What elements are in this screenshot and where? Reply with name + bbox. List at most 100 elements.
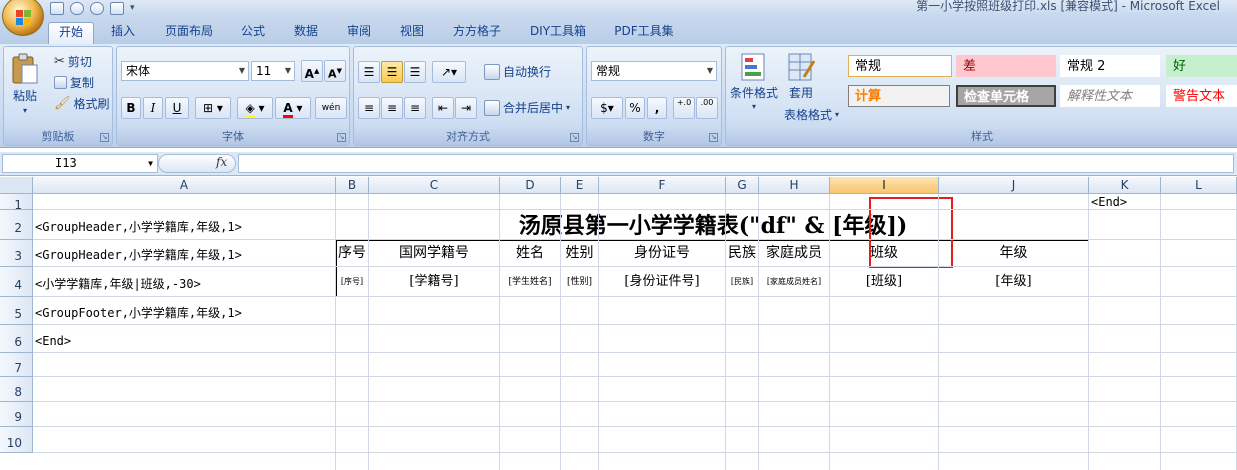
format-as-table-button[interactable]: 套用 [786, 51, 816, 101]
table-header-cell[interactable]: 家庭成员 [759, 240, 830, 267]
column-header-A[interactable]: A [33, 177, 336, 194]
formula-input[interactable] [238, 154, 1234, 173]
table-header-cell[interactable]: 民族 [726, 240, 759, 267]
table-header-cell[interactable]: 国网学籍号 [369, 240, 500, 267]
redo-icon[interactable] [90, 1, 104, 15]
font-name-combo[interactable]: 宋体 ▼ [121, 61, 249, 81]
grow-font-button[interactable]: A▲ [301, 60, 323, 82]
row-header-5[interactable]: 5 [0, 297, 33, 325]
font-launcher-icon[interactable]: ↘ [337, 133, 346, 142]
cell-A4[interactable]: <小学学籍库,年级|班级,-30> [35, 267, 334, 297]
tab-pdf-tools[interactable]: PDF工具集 [608, 22, 680, 44]
style-normal[interactable]: 常规 [848, 55, 952, 77]
tab-data[interactable]: 数据 [285, 22, 327, 44]
format-as-table-label-2[interactable]: 表格格式 ▾ [784, 106, 839, 123]
column-header-F[interactable]: F [599, 177, 726, 194]
phonetic-button[interactable]: wén [315, 97, 347, 119]
table-header-cell[interactable]: 年级 [939, 240, 1089, 267]
style-normal-2[interactable]: 常规 2 [1060, 55, 1160, 77]
align-center-button[interactable]: ≡ [381, 97, 403, 119]
alignment-launcher-icon[interactable]: ↘ [570, 133, 579, 142]
undo-icon[interactable] [70, 1, 84, 15]
save-icon[interactable] [50, 1, 64, 15]
print-preview-icon[interactable] [110, 1, 124, 15]
table-field-cell[interactable]: [家庭成员姓名] [759, 267, 830, 297]
tab-insert[interactable]: 插入 [102, 22, 144, 44]
style-warning-text[interactable]: 警告文本 [1166, 85, 1237, 107]
cell-A2[interactable]: <GroupHeader,小学学籍库,年级,1> [35, 210, 334, 240]
shrink-font-button[interactable]: A▼ [324, 60, 346, 82]
merge-center-button[interactable]: 合并后居中 ▾ [484, 99, 570, 116]
table-field-cell[interactable]: [序号] [336, 267, 369, 297]
row-header-7[interactable]: 7 [0, 353, 33, 377]
column-header-L[interactable]: L [1161, 177, 1237, 194]
currency-button[interactable]: $▾ [591, 97, 623, 119]
customize-qat-icon[interactable]: ▾ [130, 3, 135, 13]
worksheet-grid[interactable]: <End> <GroupHeader,小学学籍库,年级,1> <GroupHea… [0, 177, 1237, 470]
conditional-formatting-button[interactable]: 条件格式 ▾ [730, 51, 778, 111]
table-field-cell[interactable]: [学生姓名] [500, 267, 561, 297]
table-field-cell[interactable]: [性别] [561, 267, 599, 297]
tab-home[interactable]: 开始 [48, 22, 94, 44]
table-field-cell[interactable]: [班级] [830, 267, 939, 297]
chevron-down-icon[interactable]: ▼ [148, 155, 153, 172]
row-header-1[interactable]: 1 [0, 194, 33, 212]
italic-button[interactable]: I [143, 97, 163, 119]
clipboard-launcher-icon[interactable]: ↘ [100, 133, 109, 142]
style-good[interactable]: 好 [1166, 55, 1237, 77]
font-color-button[interactable]: A ▾ [275, 97, 311, 119]
column-header-H[interactable]: H [759, 177, 830, 194]
border-button[interactable]: ⊞ ▾ [195, 97, 231, 119]
cell-A3[interactable]: <GroupHeader,小学学籍库,年级,1> [35, 240, 334, 267]
table-field-cell[interactable]: [学籍号] [369, 267, 500, 297]
cell-A5[interactable]: <GroupFooter,小学学籍库,年级,1> [35, 297, 334, 325]
column-header-D[interactable]: D [500, 177, 561, 194]
name-box[interactable]: I13 ▼ [2, 154, 158, 173]
comma-button[interactable]: , [647, 97, 667, 119]
row-header-4[interactable]: 4 [0, 267, 33, 297]
cell-K1[interactable]: <End> [1091, 194, 1159, 210]
tab-formulas[interactable]: 公式 [232, 22, 274, 44]
row-header-6[interactable]: 6 [0, 325, 33, 353]
report-title-cell[interactable]: 汤原县第一小学学籍表("df" & [年级]) [338, 212, 1088, 240]
number-launcher-icon[interactable]: ↘ [709, 133, 718, 142]
column-header-I[interactable]: I [830, 177, 939, 194]
percent-button[interactable]: % [625, 97, 645, 119]
row-header-10[interactable]: 10 [0, 427, 33, 453]
underline-button[interactable]: U [165, 97, 189, 119]
column-header-C[interactable]: C [369, 177, 500, 194]
increase-indent-button[interactable]: ⇥ [455, 97, 477, 119]
table-field-cell[interactable]: [民族] [726, 267, 759, 297]
column-header-B[interactable]: B [336, 177, 369, 194]
format-painter-button[interactable]: 🖌 格式刷 [54, 95, 110, 112]
style-calculation[interactable]: 计算 [848, 85, 950, 107]
tab-view[interactable]: 视图 [391, 22, 433, 44]
tab-review[interactable]: 审阅 [338, 22, 380, 44]
align-right-button[interactable]: ≡ [404, 97, 426, 119]
row-header-2[interactable]: 2 [0, 210, 33, 240]
align-left-button[interactable]: ≡ [358, 97, 380, 119]
table-field-cell[interactable]: [年级] [939, 267, 1089, 297]
column-header-K[interactable]: K [1089, 177, 1161, 194]
table-header-cell[interactable]: 身份证号 [599, 240, 726, 267]
paste-button[interactable]: 粘贴 ▾ [10, 53, 40, 115]
column-header-E[interactable]: E [561, 177, 599, 194]
tab-fangfang-gezi[interactable]: 方方格子 [444, 22, 510, 44]
align-middle-button[interactable]: ☰ [381, 61, 403, 83]
table-header-cell[interactable]: 序号 [336, 240, 369, 267]
row-header-3[interactable]: 3 [0, 240, 33, 267]
increase-decimal-button[interactable]: +.0 [673, 97, 695, 119]
cut-button[interactable]: ✂ 剪切 [54, 53, 92, 70]
column-header-J[interactable]: J [939, 177, 1089, 194]
decrease-decimal-button[interactable]: .00 [696, 97, 718, 119]
paste-dropdown-icon[interactable]: ▾ [23, 106, 27, 115]
style-bad[interactable]: 差 [956, 55, 1056, 77]
cell-A6[interactable]: <End> [35, 325, 334, 353]
tab-diy-toolbox[interactable]: DIY工具箱 [522, 22, 594, 44]
number-format-combo[interactable]: 常规 ▼ [591, 61, 717, 81]
select-all-corner[interactable] [0, 177, 33, 194]
column-header-G[interactable]: G [726, 177, 759, 194]
fill-color-button[interactable]: ◈ ▾ [237, 97, 273, 119]
align-bottom-button[interactable]: ☰ [404, 61, 426, 83]
row-header-8[interactable]: 8 [0, 377, 33, 402]
